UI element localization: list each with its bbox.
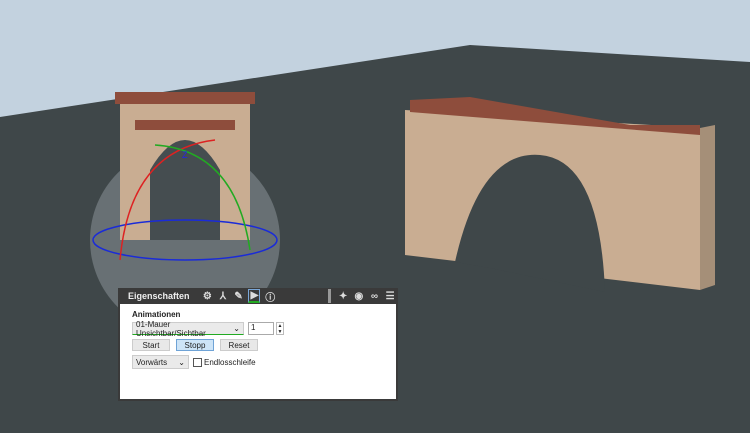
reset-button[interactable]: Reset xyxy=(220,339,258,351)
bridge-model[interactable] xyxy=(405,97,715,292)
loop-checkbox[interactable] xyxy=(193,357,202,367)
count-stepper[interactable]: ▲ ▼ xyxy=(276,322,284,335)
direction-select-value: Vorwärts xyxy=(136,357,168,367)
section-heading: Animationen xyxy=(132,310,181,319)
panel-title: Eigenschaften xyxy=(128,291,190,301)
animation-icon[interactable]: ▶ xyxy=(248,289,261,303)
stop-button[interactable]: Stopp xyxy=(176,339,214,351)
pin-icon[interactable]: ✦ xyxy=(337,289,349,303)
panel-scrollbar[interactable] xyxy=(328,289,332,303)
menu-icon[interactable]: ☰ xyxy=(384,289,396,303)
chevron-down-icon: ⌄ xyxy=(178,357,185,367)
z-axis-label: Z xyxy=(182,150,188,160)
chevron-down-icon: ⌄ xyxy=(233,324,240,333)
loop-label: Endlosschleife xyxy=(204,357,256,367)
direction-select[interactable]: Vorwärts ⌄ xyxy=(132,355,189,369)
panel-header: Eigenschaften ⚙ ⅄ ✎ ▶ ⓘ ✦ ◉ ∞ ☰ xyxy=(120,288,396,304)
start-button[interactable]: Start xyxy=(132,339,170,351)
animation-select[interactable]: 01-Mauer Unsichtbar/Sichtbar ⌄ xyxy=(132,319,244,338)
axes-icon[interactable]: ⅄ xyxy=(217,289,229,303)
eye-icon[interactable]: ◉ xyxy=(353,289,365,303)
paint-icon[interactable]: ✎ xyxy=(233,289,245,303)
properties-panel: Eigenschaften ⚙ ⅄ ✎ ▶ ⓘ ✦ ◉ ∞ ☰ Animatio… xyxy=(118,288,398,401)
info-icon[interactable]: ⓘ xyxy=(264,289,276,304)
animation-select-value: 01-Mauer Unsichtbar/Sichtbar xyxy=(136,319,206,338)
link-icon[interactable]: ∞ xyxy=(369,289,381,303)
count-input[interactable]: 1 xyxy=(248,322,274,335)
sky xyxy=(0,0,750,117)
gear-icon[interactable]: ⚙ xyxy=(202,289,214,303)
